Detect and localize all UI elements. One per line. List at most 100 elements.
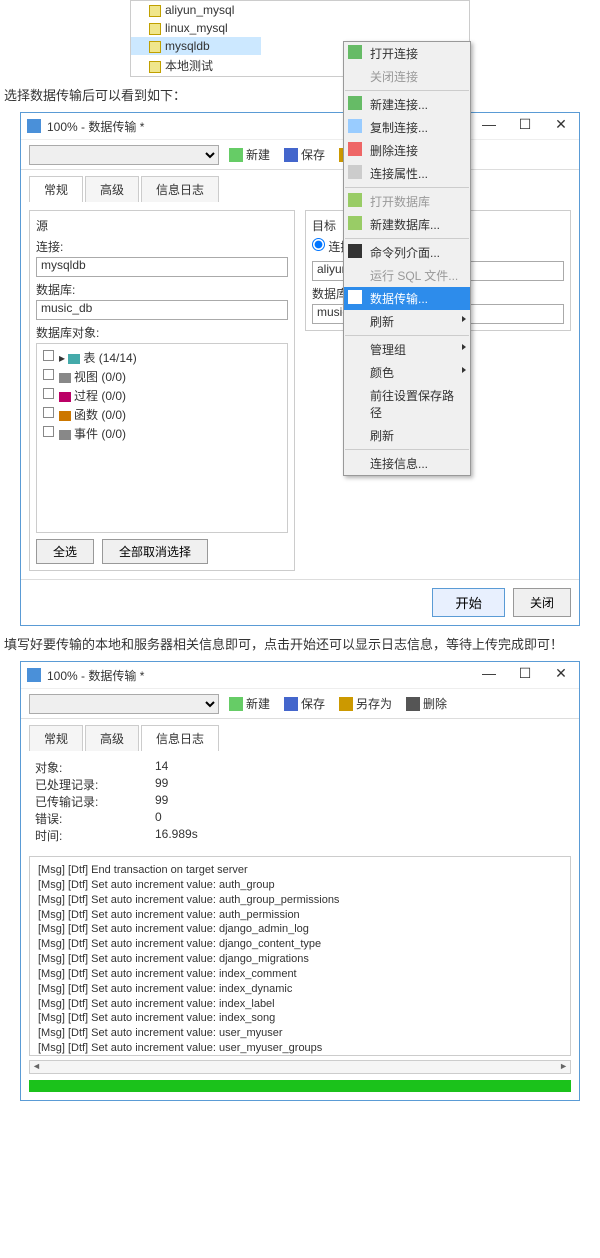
delete-button[interactable]: 删除: [402, 693, 451, 714]
source-legend: 源: [36, 217, 288, 234]
checkbox-icon[interactable]: [43, 350, 54, 361]
menu-new-connection[interactable]: 新建连接...: [344, 93, 470, 116]
stat-objects-label: 对象:: [35, 759, 155, 776]
object-item[interactable]: 视图 (0/0): [41, 367, 283, 386]
menu-color[interactable]: 颜色: [344, 361, 470, 384]
window-title: 100% - 数据传输 *: [47, 667, 477, 684]
source-conn-select[interactable]: mysqldb: [36, 257, 288, 277]
transfer-icon: [348, 290, 362, 304]
stat-time-label: 时间:: [35, 827, 155, 844]
source-db-select[interactable]: music_db: [36, 300, 288, 320]
close-button[interactable]: ✕: [549, 117, 573, 135]
log-box[interactable]: [Msg] [Dtf] End transaction on target se…: [29, 856, 571, 1056]
chevron-right-icon: [462, 344, 466, 350]
object-type-icon: [59, 411, 71, 421]
db-icon: [149, 5, 161, 17]
source-fieldset: 源 连接: mysqldb 数据库: music_db 数据库对象: ▸ 表 (…: [29, 210, 295, 571]
checkbox-icon[interactable]: [43, 426, 54, 437]
menu-open-connection[interactable]: 打开连接: [344, 42, 470, 65]
save-button[interactable]: 保存: [280, 144, 329, 165]
deselect-all-button[interactable]: 全部取消选择: [102, 539, 208, 564]
log-line: [Msg] [Dtf] End transaction on target se…: [38, 863, 562, 878]
source-obj-label: 数据库对象:: [36, 324, 288, 341]
menu-data-transfer[interactable]: 数据传输...: [344, 287, 470, 310]
save-icon: [284, 148, 298, 162]
maximize-button[interactable]: ☐: [513, 117, 537, 135]
log-line: [Msg] [Dtf] Set auto increment value: dj…: [38, 922, 562, 937]
menu-open-database: 打开数据库: [344, 190, 470, 213]
menu-goto-save-path[interactable]: 前往设置保存路径: [344, 384, 470, 424]
log-line: [Msg] [Dtf] Set auto increment value: in…: [38, 1011, 562, 1026]
tree-item[interactable]: aliyun_mysql: [131, 1, 261, 19]
tab-log[interactable]: 信息日志: [141, 176, 219, 202]
stat-transferred-value: 99: [155, 793, 168, 810]
tab-general[interactable]: 常规: [29, 176, 83, 202]
menu-refresh2[interactable]: 刷新: [344, 424, 470, 447]
save-button[interactable]: 保存: [280, 693, 329, 714]
start-button[interactable]: 开始: [432, 588, 505, 617]
menu-manage-group[interactable]: 管理组: [344, 338, 470, 361]
menu-connection-info[interactable]: 连接信息...: [344, 452, 470, 475]
menu-close-connection: 关闭连接: [344, 65, 470, 88]
caption-1: 选择数据传输后可以看到如下：: [4, 85, 596, 104]
menu-duplicate-connection[interactable]: 复制连接...: [344, 116, 470, 139]
stat-objects-value: 14: [155, 759, 168, 776]
tree-item[interactable]: linux_mysql: [131, 19, 261, 37]
delete-icon: [406, 697, 420, 711]
tabs: 常规 高级 信息日志: [21, 719, 579, 751]
tabs: 常规 高级 信息日志: [21, 170, 579, 202]
save-as-button[interactable]: 另存为: [335, 693, 396, 714]
tab-advanced[interactable]: 高级: [85, 725, 139, 751]
tree-item[interactable]: mysqldb: [131, 37, 261, 55]
horizontal-scrollbar[interactable]: [29, 1060, 571, 1074]
app-icon: [27, 668, 41, 682]
db-icon: [149, 23, 161, 35]
object-item[interactable]: 函数 (0/0): [41, 405, 283, 424]
object-item[interactable]: 事件 (0/0): [41, 424, 283, 443]
new-db-icon: [348, 216, 362, 230]
titlebar: 100% - 数据传输 * — ☐ ✕: [21, 662, 579, 689]
close-button[interactable]: ✕: [549, 666, 573, 684]
log-line: [Msg] [Dtf] Set auto increment value: in…: [38, 997, 562, 1012]
new-button[interactable]: 新建: [225, 144, 274, 165]
menu-connection-properties[interactable]: 连接属性...: [344, 162, 470, 185]
log-line: [Msg] [Dtf] Set auto increment value: dj…: [38, 937, 562, 952]
tab-advanced[interactable]: 高级: [85, 176, 139, 202]
object-item[interactable]: 过程 (0/0): [41, 386, 283, 405]
copy-icon: [348, 119, 362, 133]
select-all-button[interactable]: 全选: [36, 539, 94, 564]
checkbox-icon[interactable]: [43, 388, 54, 399]
menu-refresh[interactable]: 刷新: [344, 310, 470, 333]
checkbox-icon[interactable]: [43, 369, 54, 380]
object-item[interactable]: ▸ 表 (14/14): [41, 348, 283, 367]
titlebar: 100% - 数据传输 * — ☐ ✕: [21, 113, 579, 140]
log-line: [Msg] [Dtf] Set auto increment value: us…: [38, 1041, 562, 1056]
source-db-label: 数据库:: [36, 281, 288, 298]
tab-general[interactable]: 常规: [29, 725, 83, 751]
new-button[interactable]: 新建: [225, 693, 274, 714]
data-transfer-dialog-1: 100% - 数据传输 * — ☐ ✕ 新建 保存 另存为 删除 常规 高级 信…: [20, 112, 580, 626]
menu-new-database[interactable]: 新建数据库...: [344, 213, 470, 236]
save-as-icon: [339, 697, 353, 711]
minimize-button[interactable]: —: [477, 117, 501, 135]
object-tree[interactable]: ▸ 表 (14/14)视图 (0/0)过程 (0/0)函数 (0/0)事件 (0…: [36, 343, 288, 533]
minimize-button[interactable]: —: [477, 666, 501, 684]
stat-time-value: 16.989s: [155, 827, 198, 844]
stat-errors-label: 错误:: [35, 810, 155, 827]
log-line: [Msg] [Dtf] Set auto increment value: au…: [38, 878, 562, 893]
stat-errors-value: 0: [155, 810, 162, 827]
log-line: [Msg] [Dtf] Set auto increment value: us…: [38, 1026, 562, 1041]
menu-delete-connection[interactable]: 删除连接: [344, 139, 470, 162]
progress-bar: [29, 1080, 571, 1092]
profile-select[interactable]: [29, 145, 219, 165]
toolbar: 新建 保存 另存为 删除: [21, 689, 579, 719]
checkbox-icon[interactable]: [43, 407, 54, 418]
menu-command-interface[interactable]: 命令列介面...: [344, 241, 470, 264]
profile-select[interactable]: [29, 694, 219, 714]
new-icon: [348, 96, 362, 110]
chevron-right-icon: [462, 367, 466, 373]
close-dialog-button[interactable]: 关闭: [513, 588, 571, 617]
tree-item[interactable]: 本地测试: [131, 55, 261, 76]
maximize-button[interactable]: ☐: [513, 666, 537, 684]
tab-log[interactable]: 信息日志: [141, 725, 219, 751]
